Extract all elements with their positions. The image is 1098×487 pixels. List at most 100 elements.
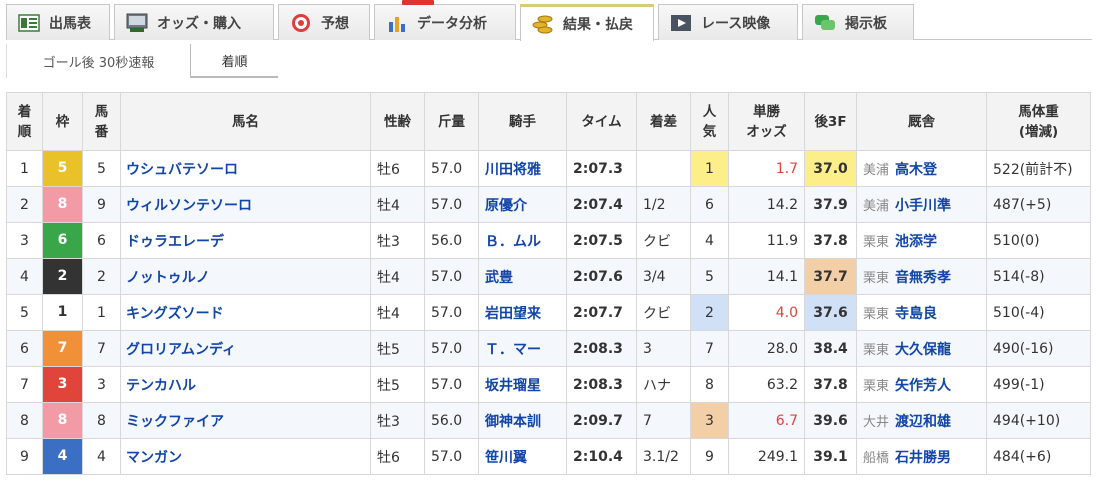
header-umaban-line2: 番 xyxy=(94,123,109,140)
subtab-label: ゴール後 30秒速報 xyxy=(42,55,155,71)
header-horse-name: 馬名 xyxy=(120,92,371,151)
trainer-link[interactable]: 高木登 xyxy=(895,162,937,178)
tab-odds-purchase[interactable]: オッズ・購入 xyxy=(114,4,274,40)
horse-name-link[interactable]: キングズソード xyxy=(120,294,371,331)
waku-cell: 8 xyxy=(42,402,83,439)
horse-name-link[interactable]: ノットゥルノ xyxy=(120,258,371,295)
umaban-cell: 8 xyxy=(82,402,121,439)
jockey-link[interactable]: Ｂ．ムル xyxy=(478,222,567,259)
umaban-cell: 4 xyxy=(82,438,121,475)
jockey-link[interactable]: 岩田望来 xyxy=(478,294,567,331)
horse-name-link[interactable]: ウィルソンテソーロ xyxy=(120,186,371,223)
horse-name-link[interactable]: ミックファイア xyxy=(120,402,371,439)
last-3f-cell: 37.6 xyxy=(804,294,857,331)
trainer-link[interactable]: 小手川準 xyxy=(895,198,951,214)
tab-data-analysis[interactable]: データ分析 xyxy=(374,0,516,40)
trainer-link[interactable]: 矢作芳人 xyxy=(895,378,951,394)
bar-chart-icon xyxy=(385,13,409,33)
waku-badge: 4 xyxy=(43,439,82,474)
trainer-link[interactable]: 石井勝男 xyxy=(895,450,951,466)
sex-age-cell: 牡3 xyxy=(370,402,425,439)
trainer-link[interactable]: 渡辺和雄 xyxy=(895,414,951,430)
tab-results-payout[interactable]: 結果・払戻 xyxy=(520,4,654,41)
tab-race-card[interactable]: 出馬表 xyxy=(6,4,110,40)
waku-cell: 2 xyxy=(42,258,83,295)
table-row: 7 3 3 テンカハル 牡5 57.0 坂井瑠星 2:08.3 ハナ 8 63.2 37.8 栗東 矢作芳… xyxy=(6,366,1091,403)
header-pop-line1: 人 xyxy=(702,103,717,120)
umaban-cell: 7 xyxy=(82,330,121,367)
header-popularity: 人気 xyxy=(690,92,729,151)
trainer-link[interactable]: 大久保龍 xyxy=(895,342,951,358)
trainer-affiliation: 栗東 xyxy=(863,342,890,358)
trainer-link[interactable]: 池添学 xyxy=(895,234,937,250)
jockey-link[interactable]: 御神本訓 xyxy=(478,402,567,439)
trainer-cell: 栗東 池添学 xyxy=(856,222,987,259)
rank-cell: 6 xyxy=(6,330,43,367)
waku-cell: 7 xyxy=(42,330,83,367)
time-cell: 2:07.3 xyxy=(566,150,637,187)
last-3f-cell: 37.8 xyxy=(804,222,857,259)
weight-cell: 57.0 xyxy=(424,186,479,223)
body-weight-cell: 490(-16) xyxy=(986,330,1091,367)
body-weight-cell: 510(-4) xyxy=(986,294,1091,331)
trainer-cell: 美浦 小手川準 xyxy=(856,186,987,223)
header-pop-line2: 気 xyxy=(702,123,717,140)
horse-name-link[interactable]: グロリアムンディ xyxy=(120,330,371,367)
table-row: 9 4 4 マンガン 牡6 57.0 笹川翼 2:10.4 3.1/2 9 249.1 39.1 船橋石… xyxy=(6,438,1091,475)
horse-name-link[interactable]: テンカハル xyxy=(120,366,371,403)
horse-name-link[interactable]: ウシュバテソーロ xyxy=(120,150,371,187)
time-cell: 2:10.4 xyxy=(566,438,637,475)
header-jockey: 騎手 xyxy=(478,92,567,151)
header-win-odds: 単勝 オッズ xyxy=(728,92,805,151)
tab-prediction[interactable]: 予想 xyxy=(278,4,370,40)
horse-name-link[interactable]: ドゥラエレーデ xyxy=(120,222,371,259)
subtab-goal-flash[interactable]: ゴール後 30秒速報 xyxy=(6,44,190,78)
header-odds-line2: オッズ xyxy=(746,123,787,140)
header-trainer: 厩舎 xyxy=(856,92,987,151)
waku-cell: 5 xyxy=(42,150,83,187)
jockey-link[interactable]: 原優介 xyxy=(478,186,567,223)
ipat-terminal-icon xyxy=(125,13,149,33)
body-weight-cell: 514(-8) xyxy=(986,258,1091,295)
trainer-affiliation: 栗東 xyxy=(863,270,890,286)
jockey-link[interactable]: 武豊 xyxy=(478,258,567,295)
margin-cell: 7 xyxy=(636,402,691,439)
margin-cell: 3 xyxy=(636,330,691,367)
trainer-affiliation: 栗東 xyxy=(863,378,890,394)
margin-cell xyxy=(636,150,691,187)
waku-badge: 2 xyxy=(43,259,82,294)
tab-label: 予想 xyxy=(321,15,349,32)
tab-label: データ分析 xyxy=(417,15,487,32)
popularity-cell: 1 xyxy=(690,150,729,187)
rank-cell: 5 xyxy=(6,294,43,331)
jockey-link[interactable]: 川田将雅 xyxy=(478,150,567,187)
popularity-cell: 9 xyxy=(690,438,729,475)
rank-cell: 2 xyxy=(6,186,43,223)
umaban-cell: 5 xyxy=(82,150,121,187)
popularity-cell: 8 xyxy=(690,366,729,403)
trainer-cell: 船橋 石井勝男 xyxy=(856,438,987,475)
trainer-link[interactable]: 音無秀孝 xyxy=(895,270,951,286)
subtab-label: 着順 xyxy=(221,54,248,70)
jockey-link[interactable]: 笹川翼 xyxy=(478,438,567,475)
jockey-link[interactable]: 坂井瑠星 xyxy=(478,366,567,403)
rank-cell: 3 xyxy=(6,222,43,259)
rank-cell: 8 xyxy=(6,402,43,439)
umaban-cell: 9 xyxy=(82,186,121,223)
tab-bulletin-board[interactable]: 掲示板 xyxy=(802,4,914,40)
subtab-finish-order[interactable]: 着順 xyxy=(190,44,278,78)
tab-race-video[interactable]: レース映像 xyxy=(658,4,798,40)
body-weight-cell: 484(+6) xyxy=(986,438,1091,475)
header-umaban: 馬番 xyxy=(82,92,121,151)
tab-label: レース映像 xyxy=(701,15,771,32)
time-cell: 2:08.3 xyxy=(566,366,637,403)
jockey-link[interactable]: Ｔ．マー xyxy=(478,330,567,367)
table-row: 2 8 9 ウィルソンテソーロ 牡4 57.0 原優介 2:07.4 1/2 6 14.2 37.9 美… xyxy=(6,186,1091,223)
horse-name-link[interactable]: マンガン xyxy=(120,438,371,475)
body-weight-cell: 510(0) xyxy=(986,222,1091,259)
trainer-link[interactable]: 寺島良 xyxy=(895,306,937,322)
last-3f-cell: 39.6 xyxy=(804,402,857,439)
trainer-affiliation: 美浦 xyxy=(863,162,890,178)
body-weight-cell: 494(+10) xyxy=(986,402,1091,439)
waku-badge: 5 xyxy=(43,151,82,186)
